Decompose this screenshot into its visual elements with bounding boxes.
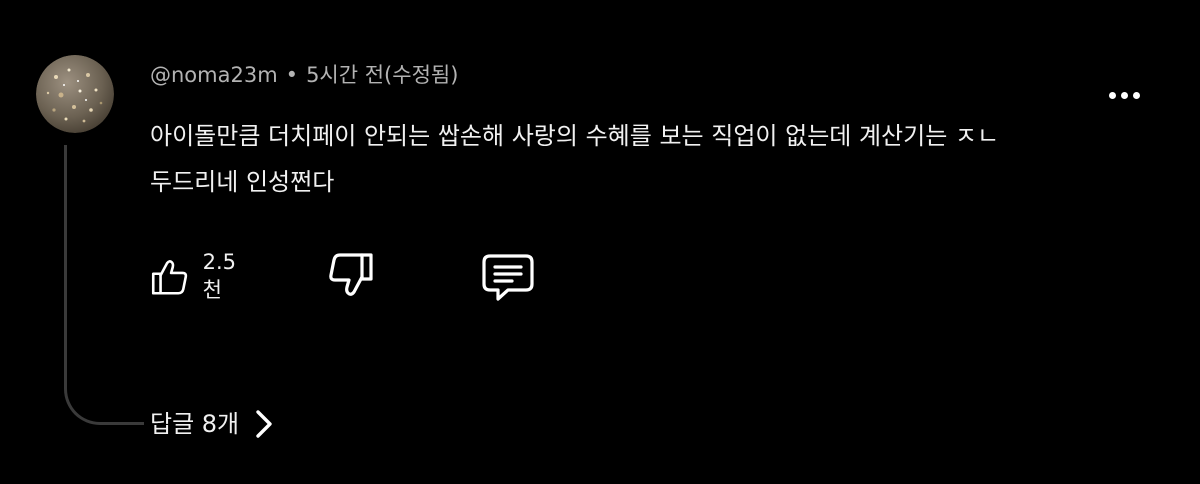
meta-separator: • — [285, 63, 299, 87]
comment-meta: @noma23m • 5시간 전(수정됨) — [150, 60, 458, 90]
avatar-image — [36, 55, 114, 133]
comment-icon — [482, 254, 534, 301]
thumb-up-icon — [151, 260, 188, 295]
view-replies-button[interactable]: 답글 8개 — [150, 404, 275, 444]
thumb-down-icon — [329, 253, 373, 296]
author-handle[interactable]: @noma23m — [150, 63, 278, 87]
chevron-right-icon — [256, 410, 272, 438]
replies-count-label: 답글 8개 — [150, 410, 240, 438]
like-count: 2.5천 — [202, 250, 236, 302]
like-button[interactable]: 2.5천 — [150, 250, 245, 304]
avatar[interactable] — [36, 55, 114, 133]
comment-text: 아이돌만큼 더치페이 안되는 쌉손해 사랑의 수혜를 보는 직업이 없는데 계산… — [150, 122, 1000, 196]
thread-connector-line — [64, 145, 144, 425]
more-vert-icon[interactable] — [1104, 84, 1144, 106]
reply-button[interactable] — [480, 250, 536, 304]
dislike-button[interactable] — [325, 250, 375, 300]
comment-timestamp: 5시간 전(수정됨) — [306, 63, 459, 87]
